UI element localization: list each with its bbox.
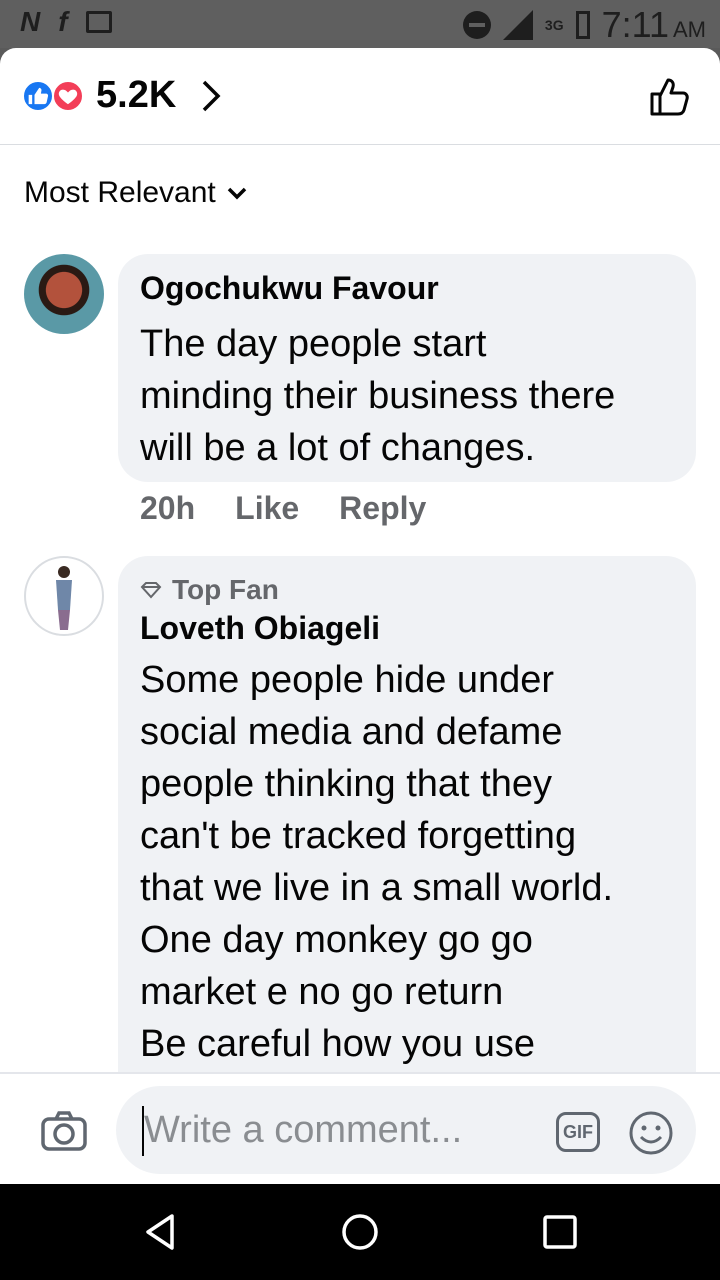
- avatar[interactable]: [24, 254, 104, 334]
- comment-line: Be careful how you use: [140, 1023, 536, 1065]
- comment-line: can't be tracked forgetting: [140, 815, 577, 857]
- comment-line: minding their business there: [140, 375, 616, 417]
- chevron-right-icon[interactable]: [196, 78, 226, 114]
- badge-label: Top Fan: [172, 574, 279, 605]
- love-reaction-icon: [52, 80, 84, 112]
- comments-sheet: 5.2K Most Relevant Ogochukwu Favour The …: [0, 48, 720, 1184]
- home-icon[interactable]: [340, 1212, 380, 1252]
- facebook-icon: f: [58, 6, 68, 37]
- comment-line: will be a lot of changes.: [140, 427, 536, 469]
- network-type: 3G: [544, 17, 564, 33]
- comment-line: market e no go return: [140, 971, 504, 1013]
- reactions-header: 5.2K: [0, 48, 720, 145]
- gallery-icon: [85, 11, 112, 33]
- netflix-icon: N: [20, 6, 41, 37]
- sort-dropdown[interactable]: Most Relevant: [24, 176, 248, 210]
- avatar[interactable]: [24, 556, 104, 636]
- comment-line: Some people hide under: [140, 659, 555, 701]
- reaction-count[interactable]: 5.2K: [96, 74, 176, 117]
- comment-text: The day people start minding their busin…: [140, 318, 615, 474]
- comment-author[interactable]: Ogochukwu Favour: [140, 270, 439, 307]
- signal-icon: [502, 10, 533, 40]
- dnd-icon: [462, 11, 491, 39]
- comment-line: people thinking that they: [140, 763, 552, 805]
- emoji-icon[interactable]: [628, 1110, 674, 1156]
- comment-line: The day people start: [140, 323, 487, 365]
- comment-placeholder[interactable]: Write a comment...: [142, 1106, 462, 1156]
- comment-author[interactable]: Loveth Obiageli: [140, 610, 380, 647]
- comment-input[interactable]: Write a comment... GIF: [116, 1086, 696, 1174]
- system-nav-bar: [0, 1184, 720, 1280]
- comment-timestamp: 20h: [140, 490, 196, 526]
- like-button[interactable]: Like: [235, 490, 299, 527]
- status-bar: N f 3G 7:11 AM: [0, 0, 720, 48]
- top-fan-badge: Top Fan: [140, 574, 279, 606]
- comment-line: One day monkey go go: [140, 919, 533, 961]
- battery-icon: [575, 11, 590, 39]
- recents-icon[interactable]: [542, 1212, 578, 1252]
- reaction-summary[interactable]: [22, 80, 88, 112]
- like-reaction-icon: [22, 80, 54, 112]
- diamond-icon: [140, 582, 162, 599]
- reply-button[interactable]: Reply: [339, 490, 426, 527]
- comment-composer: Write a comment... GIF: [0, 1072, 720, 1184]
- comment-line: that we live in a small world.: [140, 867, 614, 909]
- comment-text: Some people hide under social media and …: [140, 654, 613, 1070]
- like-outline-icon[interactable]: [648, 74, 692, 118]
- comment-bubble[interactable]: Ogochukwu Favour The day people start mi…: [118, 254, 696, 482]
- gif-button[interactable]: GIF: [556, 1112, 600, 1152]
- chevron-down-icon: [227, 187, 246, 200]
- back-icon[interactable]: [140, 1212, 180, 1252]
- avatar-figure-icon: [56, 566, 72, 630]
- camera-icon[interactable]: [40, 1110, 88, 1152]
- comment-line: social media and defame: [140, 711, 563, 753]
- clock-time: 7:11: [601, 4, 669, 45]
- clock-ampm: AM: [673, 17, 706, 42]
- sort-label: Most Relevant: [24, 176, 216, 209]
- comment-actions: 20h Like Reply: [140, 490, 426, 527]
